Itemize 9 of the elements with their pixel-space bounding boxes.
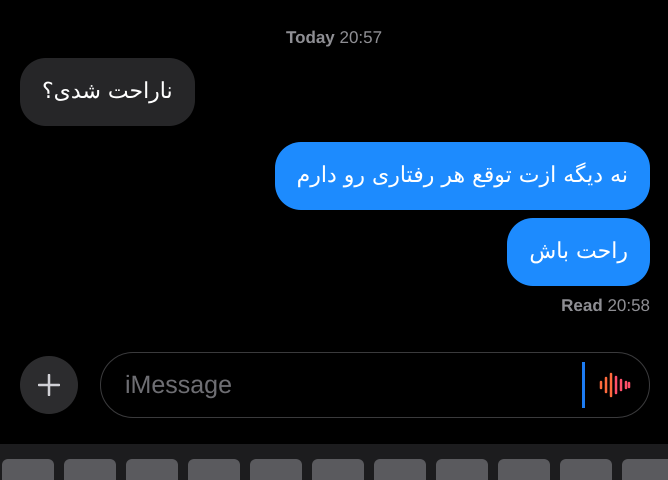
voice-waveform-icon [599,372,631,398]
timestamp: Today 20:57 [286,28,382,48]
incoming-message: ناراحت شدی؟ [20,58,195,126]
plus-icon [38,374,60,396]
read-receipt: Read 20:58 [561,296,650,316]
message-input-box[interactable]: iMessage [100,352,650,418]
outgoing-message: نه دیگه ازت توقع هر رفتاری رو دارم [274,142,650,210]
outgoing-message: راحت باش [507,218,650,286]
message-field[interactable]: iMessage [123,370,582,400]
